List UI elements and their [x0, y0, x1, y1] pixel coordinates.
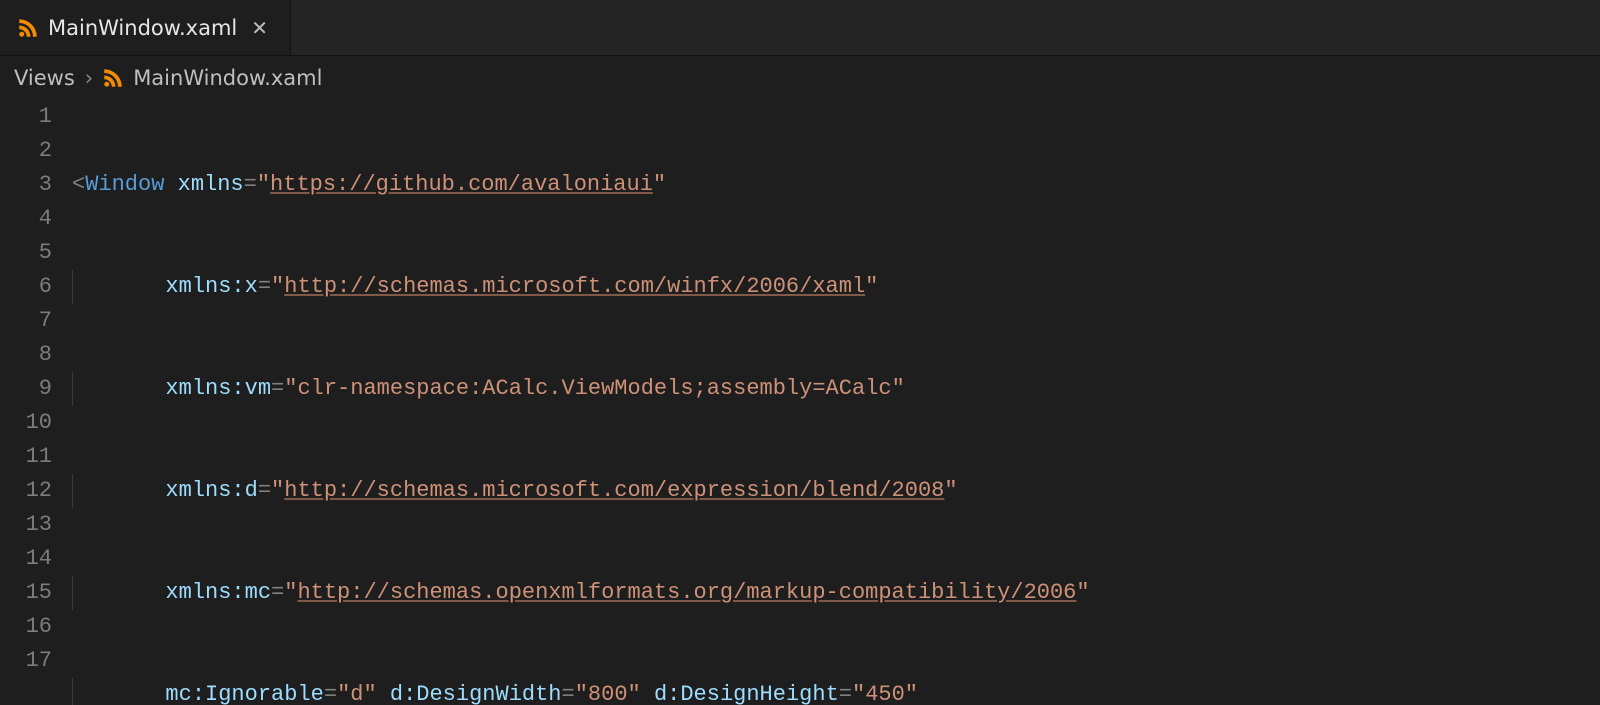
code-content[interactable]: <Window xmlns="https://github.com/avalon…: [72, 100, 1600, 705]
line-number: 7: [2, 304, 52, 338]
line-number: 17: [2, 644, 52, 678]
tag-window: Window: [85, 172, 164, 197]
attr: xmlns: [178, 172, 244, 197]
line-number: 8: [2, 338, 52, 372]
breadcrumb: Views › MainWindow.xaml: [0, 56, 1600, 100]
line-number: 6: [2, 270, 52, 304]
line-number: 16: [2, 610, 52, 644]
url[interactable]: http://schemas.microsoft.com/expression/…: [284, 478, 944, 503]
line-number: 3: [2, 168, 52, 202]
line-number: 11: [2, 440, 52, 474]
close-icon[interactable]: ✕: [247, 18, 272, 38]
line-number: 5: [2, 236, 52, 270]
breadcrumb-segment[interactable]: MainWindow.xaml: [133, 66, 322, 90]
rss-icon: [103, 68, 123, 88]
line-number: 1: [2, 100, 52, 134]
tab-filename: MainWindow.xaml: [48, 16, 237, 40]
string: d: [350, 682, 363, 705]
line-number: 15: [2, 576, 52, 610]
line-number: 4: [2, 202, 52, 236]
line-number: 14: [2, 542, 52, 576]
line-number: 2: [2, 134, 52, 168]
url[interactable]: https://github.com/avaloniaui: [270, 172, 653, 197]
line-number: 13: [2, 508, 52, 542]
attr: mc:Ignorable: [165, 682, 323, 705]
string: clr-namespace:ACalc.ViewModels;assembly=…: [297, 376, 891, 401]
string: 800: [588, 682, 628, 705]
line-number: 10: [2, 406, 52, 440]
attr: d:DesignWidth: [390, 682, 562, 705]
code-editor[interactable]: 1234567891011121314151617 <Window xmlns=…: [0, 100, 1600, 705]
string: 450: [865, 682, 905, 705]
attr: xmlns:x: [165, 274, 257, 299]
line-number: 12: [2, 474, 52, 508]
line-number-gutter: 1234567891011121314151617: [2, 100, 72, 705]
tab-bar: MainWindow.xaml ✕: [0, 0, 1600, 56]
url[interactable]: http://schemas.microsoft.com/winfx/2006/…: [284, 274, 865, 299]
attr: xmlns:d: [165, 478, 257, 503]
rss-icon: [18, 18, 38, 38]
line-number: 9: [2, 372, 52, 406]
breadcrumb-segment[interactable]: Views: [14, 66, 75, 90]
chevron-right-icon: ›: [85, 66, 93, 90]
tab-mainwindow[interactable]: MainWindow.xaml ✕: [0, 0, 291, 55]
attr: xmlns:mc: [165, 580, 271, 605]
attr: d:DesignHeight: [654, 682, 839, 705]
attr: xmlns:vm: [165, 376, 271, 401]
url[interactable]: http://schemas.openxmlformats.org/markup…: [297, 580, 1076, 605]
